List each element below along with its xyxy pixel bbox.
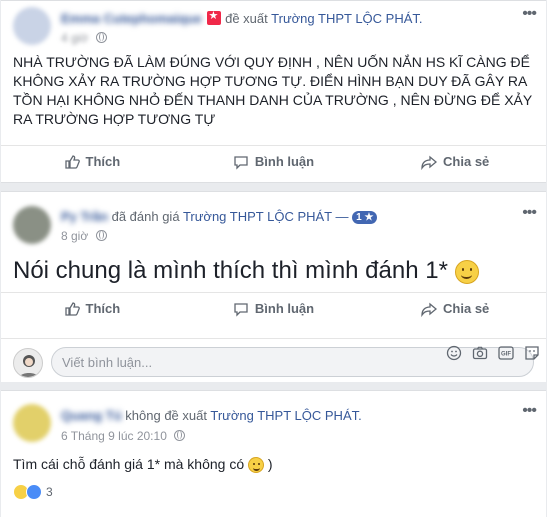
- author-avatar[interactable]: [13, 404, 51, 442]
- post-action: đã đánh giá: [111, 209, 180, 224]
- more-options-icon[interactable]: •••: [522, 402, 537, 420]
- post-body-text: Nói chung là mình thích thì mình đánh 1*: [13, 257, 448, 284]
- share-icon: [421, 155, 438, 170]
- comment-composer: Viết bình luận... GIF: [1, 338, 546, 382]
- post-action: không đề xuất: [125, 408, 207, 423]
- feed-post-1: Emma Cutephomaique đề xuất Trường THPT L…: [1, 0, 546, 183]
- page-link[interactable]: Trường THPT LỘC PHÁT —: [183, 209, 349, 224]
- recommend-icon: [207, 9, 222, 25]
- post-body: Tìm cái chỗ đánh giá 1* mà không có ): [13, 456, 273, 474]
- post-body: Nói chung là mình thích thì mình đánh 1*: [13, 257, 479, 285]
- comment-button[interactable]: Bình luận: [183, 146, 365, 177]
- comment-label: Bình luận: [254, 301, 315, 316]
- post-action: đề xuất: [225, 11, 268, 26]
- comment-icon: [234, 302, 248, 317]
- viewer-avatar-icon: [19, 355, 39, 377]
- like-label: Thích: [85, 154, 121, 169]
- post-time[interactable]: 6 Tháng 9 lúc 20:10: [61, 429, 167, 443]
- author-name[interactable]: Quang Tú: [61, 408, 122, 423]
- share-label: Chia sẻ: [443, 301, 490, 316]
- feed-post-3: Quang Tú không đề xuất Trường THPT LỘC P…: [1, 390, 546, 517]
- more-options-icon[interactable]: •••: [522, 204, 537, 222]
- post-body: NHÀ TRƯỜNG ĐÃ LÀM ĐÚNG VỚI QUY ĐỊNH , NÊ…: [13, 54, 532, 127]
- smiley-emoji-icon: [454, 259, 479, 284]
- page-link[interactable]: Trường THPT LỘC PHÁT.: [210, 408, 361, 423]
- like-label: Thích: [85, 301, 121, 316]
- reaction-summary[interactable]: 3: [13, 484, 53, 500]
- reaction-count: 3: [46, 485, 53, 499]
- comment-button[interactable]: Bình luận: [183, 293, 365, 324]
- feed-post-2: Py Trần đã đánh giá Trường THPT LỘC PHÁT…: [1, 191, 546, 382]
- like-button[interactable]: Thích: [1, 146, 183, 177]
- post-time[interactable]: 4 giờ: [61, 31, 88, 45]
- sticker-icon[interactable]: [524, 345, 540, 361]
- author-avatar[interactable]: [13, 206, 51, 244]
- post-body-text: Tìm cái chỗ đánh giá 1* mà không có: [13, 456, 245, 472]
- comment-label: Bình luận: [254, 154, 315, 169]
- comment-icon: [234, 155, 248, 170]
- globe-icon: [95, 32, 107, 43]
- viewer-avatar[interactable]: [13, 348, 43, 378]
- emoji-icon[interactable]: [446, 345, 462, 361]
- share-label: Chia sẻ: [443, 154, 490, 169]
- camera-icon[interactable]: [472, 345, 488, 361]
- like-button[interactable]: Thích: [1, 293, 183, 324]
- globe-icon: [174, 430, 186, 441]
- share-button[interactable]: Chia sẻ: [364, 146, 546, 177]
- more-options-icon[interactable]: •••: [522, 5, 537, 23]
- author-name[interactable]: Emma Cutephomaique: [61, 11, 202, 26]
- smiley-emoji-icon: [248, 457, 265, 474]
- globe-icon: [95, 230, 107, 241]
- gif-icon[interactable]: GIF: [498, 345, 514, 361]
- thumbs-up-icon: [64, 154, 80, 169]
- page-link[interactable]: Trường THPT LỘC PHÁT.: [271, 11, 422, 26]
- thumbs-up-icon: [64, 301, 80, 316]
- rating-badge: 1 ★: [352, 211, 378, 224]
- like-reaction-icon: [26, 484, 42, 500]
- post-time[interactable]: 8 giờ: [61, 229, 88, 243]
- share-icon: [421, 302, 438, 317]
- author-name[interactable]: Py Trần: [61, 209, 108, 224]
- share-button[interactable]: Chia sẻ: [364, 293, 546, 324]
- author-avatar[interactable]: [13, 7, 51, 45]
- svg-text:GIF: GIF: [501, 352, 511, 358]
